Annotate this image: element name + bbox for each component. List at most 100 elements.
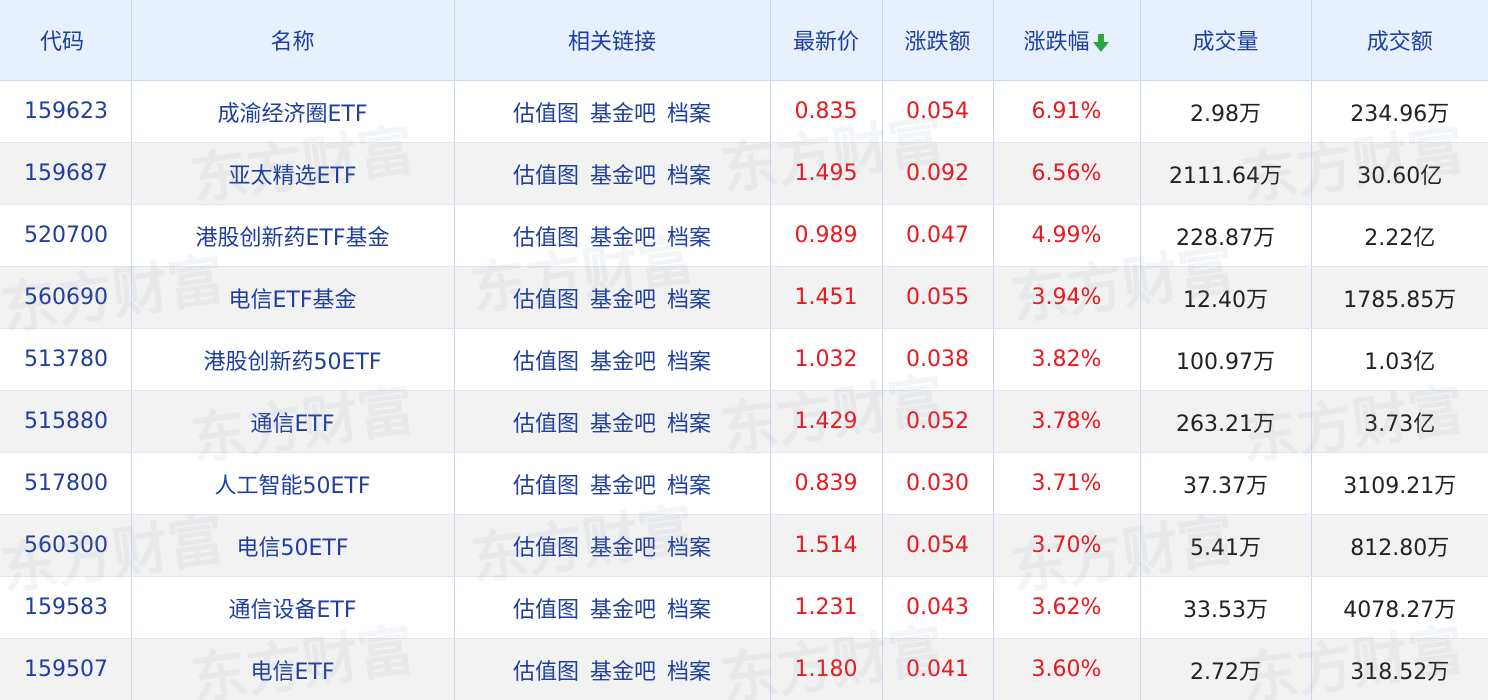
cell-name[interactable]: 电信ETF基金 bbox=[131, 266, 455, 329]
cell-code[interactable]: 159687 bbox=[0, 142, 132, 205]
table-row[interactable]: 520700 港股创新药ETF基金 估值图 基金吧 档案 0.989 0.047 4.99… bbox=[0, 204, 1488, 267]
cell-code[interactable]: 159623 bbox=[0, 80, 132, 143]
cell-code[interactable]: 560300 bbox=[0, 514, 132, 577]
valuation-chart-link[interactable]: 估值图 bbox=[513, 474, 579, 499]
cell-volume: 5.41万 bbox=[1140, 514, 1312, 577]
fund-profile-link[interactable]: 档案 bbox=[667, 474, 711, 499]
fund-name-link[interactable]: 通信设备ETF bbox=[229, 598, 357, 623]
valuation-chart-link[interactable]: 估值图 bbox=[513, 288, 579, 313]
table-row[interactable]: 159623 成渝经济圈ETF 估值图 基金吧 档案 0.835 0.054 6.91% 2… bbox=[0, 80, 1488, 143]
fund-name-link[interactable]: 电信ETF bbox=[251, 660, 335, 685]
fund-name-link[interactable]: 成渝经济圈ETF bbox=[218, 102, 368, 127]
fund-forum-link[interactable]: 基金吧 bbox=[590, 536, 656, 561]
valuation-chart-link[interactable]: 估值图 bbox=[513, 660, 579, 685]
fund-name-link[interactable]: 人工智能50ETF bbox=[215, 474, 371, 499]
fund-name-link[interactable]: 港股创新药ETF基金 bbox=[196, 226, 390, 251]
fund-forum-link[interactable]: 基金吧 bbox=[590, 474, 656, 499]
header-name[interactable]: 名称 bbox=[131, 0, 455, 81]
header-code[interactable]: 代码 bbox=[0, 0, 132, 81]
fund-name-link[interactable]: 港股创新药50ETF bbox=[204, 350, 382, 375]
table-row[interactable]: 517800 人工智能50ETF 估值图 基金吧 档案 0.839 0.030 3.71%… bbox=[0, 452, 1488, 515]
header-pct[interactable]: 涨跌幅 bbox=[993, 0, 1141, 81]
green-arrow-down-icon[interactable] bbox=[1092, 33, 1110, 53]
cell-code[interactable]: 159583 bbox=[0, 576, 132, 639]
fund-forum-link[interactable]: 基金吧 bbox=[590, 288, 656, 313]
cell-name[interactable]: 通信设备ETF bbox=[131, 576, 455, 639]
cell-name[interactable]: 港股创新药50ETF bbox=[131, 328, 455, 391]
cell-code[interactable]: 513780 bbox=[0, 328, 132, 391]
cell-amount: 234.96万 bbox=[1311, 80, 1488, 143]
fund-forum-link[interactable]: 基金吧 bbox=[590, 660, 656, 685]
cell-code[interactable]: 515880 bbox=[0, 390, 132, 453]
cell-name[interactable]: 电信50ETF bbox=[131, 514, 455, 577]
cell-code[interactable]: 560690 bbox=[0, 266, 132, 329]
cell-links: 估值图 基金吧 档案 bbox=[454, 514, 771, 577]
fund-name-link[interactable]: 电信ETF基金 bbox=[229, 288, 357, 313]
table-row[interactable]: 159507 电信ETF 估值图 基金吧 档案 1.180 0.041 3.60% 2.72… bbox=[0, 638, 1488, 700]
table-body: 159623 成渝经济圈ETF 估值图 基金吧 档案 0.835 0.054 6.91% 2… bbox=[0, 80, 1488, 700]
header-price[interactable]: 最新价 bbox=[770, 0, 883, 81]
table-row[interactable]: 513780 港股创新药50ETF 估值图 基金吧 档案 1.032 0.038 3.82… bbox=[0, 328, 1488, 391]
cell-name[interactable]: 通信ETF bbox=[131, 390, 455, 453]
cell-amount: 1.03亿 bbox=[1311, 328, 1488, 391]
valuation-chart-link[interactable]: 估值图 bbox=[513, 226, 579, 251]
cell-price: 1.180 bbox=[770, 638, 883, 700]
fund-name-link[interactable]: 亚太精选ETF bbox=[229, 164, 357, 189]
fund-profile-link[interactable]: 档案 bbox=[667, 164, 711, 189]
header-name-label: 名称 bbox=[270, 30, 315, 55]
cell-links: 估值图 基金吧 档案 bbox=[454, 638, 771, 700]
fund-forum-link[interactable]: 基金吧 bbox=[590, 102, 656, 127]
cell-code[interactable]: 517800 bbox=[0, 452, 132, 515]
fund-profile-link[interactable]: 档案 bbox=[667, 102, 711, 127]
fund-forum-link[interactable]: 基金吧 bbox=[590, 164, 656, 189]
cell-code[interactable]: 159507 bbox=[0, 638, 132, 700]
cell-price: 0.989 bbox=[770, 204, 883, 267]
cell-name[interactable]: 成渝经济圈ETF bbox=[131, 80, 455, 143]
fund-profile-link[interactable]: 档案 bbox=[667, 350, 711, 375]
fund-forum-link[interactable]: 基金吧 bbox=[590, 412, 656, 437]
fund-profile-link[interactable]: 档案 bbox=[667, 226, 711, 251]
valuation-chart-link[interactable]: 估值图 bbox=[513, 598, 579, 623]
fund-name-link[interactable]: 通信ETF bbox=[251, 412, 335, 437]
valuation-chart-link[interactable]: 估值图 bbox=[513, 350, 579, 375]
cell-change: 0.043 bbox=[882, 576, 994, 639]
valuation-chart-link[interactable]: 估值图 bbox=[513, 412, 579, 437]
cell-amount: 4078.27万 bbox=[1311, 576, 1488, 639]
table-row[interactable]: 515880 通信ETF 估值图 基金吧 档案 1.429 0.052 3.78% 263.… bbox=[0, 390, 1488, 453]
fund-forum-link[interactable]: 基金吧 bbox=[590, 350, 656, 375]
cell-name[interactable]: 亚太精选ETF bbox=[131, 142, 455, 205]
cell-amount: 30.60亿 bbox=[1311, 142, 1488, 205]
valuation-chart-link[interactable]: 估值图 bbox=[513, 164, 579, 189]
cell-name[interactable]: 电信ETF bbox=[131, 638, 455, 700]
cell-code[interactable]: 520700 bbox=[0, 204, 132, 267]
fund-forum-link[interactable]: 基金吧 bbox=[590, 598, 656, 623]
cell-volume: 263.21万 bbox=[1140, 390, 1312, 453]
table-row[interactable]: 560690 电信ETF基金 估值图 基金吧 档案 1.451 0.055 3.94% 12… bbox=[0, 266, 1488, 329]
header-amount[interactable]: 成交额 bbox=[1311, 0, 1488, 81]
valuation-chart-link[interactable]: 估值图 bbox=[513, 536, 579, 561]
cell-amount: 3109.21万 bbox=[1311, 452, 1488, 515]
table-row[interactable]: 159583 通信设备ETF 估值图 基金吧 档案 1.231 0.043 3.62% 33… bbox=[0, 576, 1488, 639]
cell-volume: 2.98万 bbox=[1140, 80, 1312, 143]
cell-pct: 3.60% bbox=[993, 638, 1141, 700]
cell-change: 0.055 bbox=[882, 266, 994, 329]
cell-links: 估值图 基金吧 档案 bbox=[454, 576, 771, 639]
valuation-chart-link[interactable]: 估值图 bbox=[513, 102, 579, 127]
fund-profile-link[interactable]: 档案 bbox=[667, 288, 711, 313]
header-change[interactable]: 涨跌额 bbox=[882, 0, 994, 81]
fund-profile-link[interactable]: 档案 bbox=[667, 660, 711, 685]
fund-profile-link[interactable]: 档案 bbox=[667, 598, 711, 623]
table-row[interactable]: 560300 电信50ETF 估值图 基金吧 档案 1.514 0.054 3.70% 5.… bbox=[0, 514, 1488, 577]
header-change-label: 涨跌额 bbox=[904, 30, 971, 55]
fund-profile-link[interactable]: 档案 bbox=[667, 412, 711, 437]
cell-pct: 3.78% bbox=[993, 390, 1141, 453]
cell-name[interactable]: 港股创新药ETF基金 bbox=[131, 204, 455, 267]
table-row[interactable]: 159687 亚太精选ETF 估值图 基金吧 档案 1.495 0.092 6.56% 21… bbox=[0, 142, 1488, 205]
header-volume[interactable]: 成交量 bbox=[1140, 0, 1312, 81]
cell-change: 0.054 bbox=[882, 514, 994, 577]
cell-price: 1.495 bbox=[770, 142, 883, 205]
fund-name-link[interactable]: 电信50ETF bbox=[237, 536, 349, 561]
fund-forum-link[interactable]: 基金吧 bbox=[590, 226, 656, 251]
cell-name[interactable]: 人工智能50ETF bbox=[131, 452, 455, 515]
fund-profile-link[interactable]: 档案 bbox=[667, 536, 711, 561]
